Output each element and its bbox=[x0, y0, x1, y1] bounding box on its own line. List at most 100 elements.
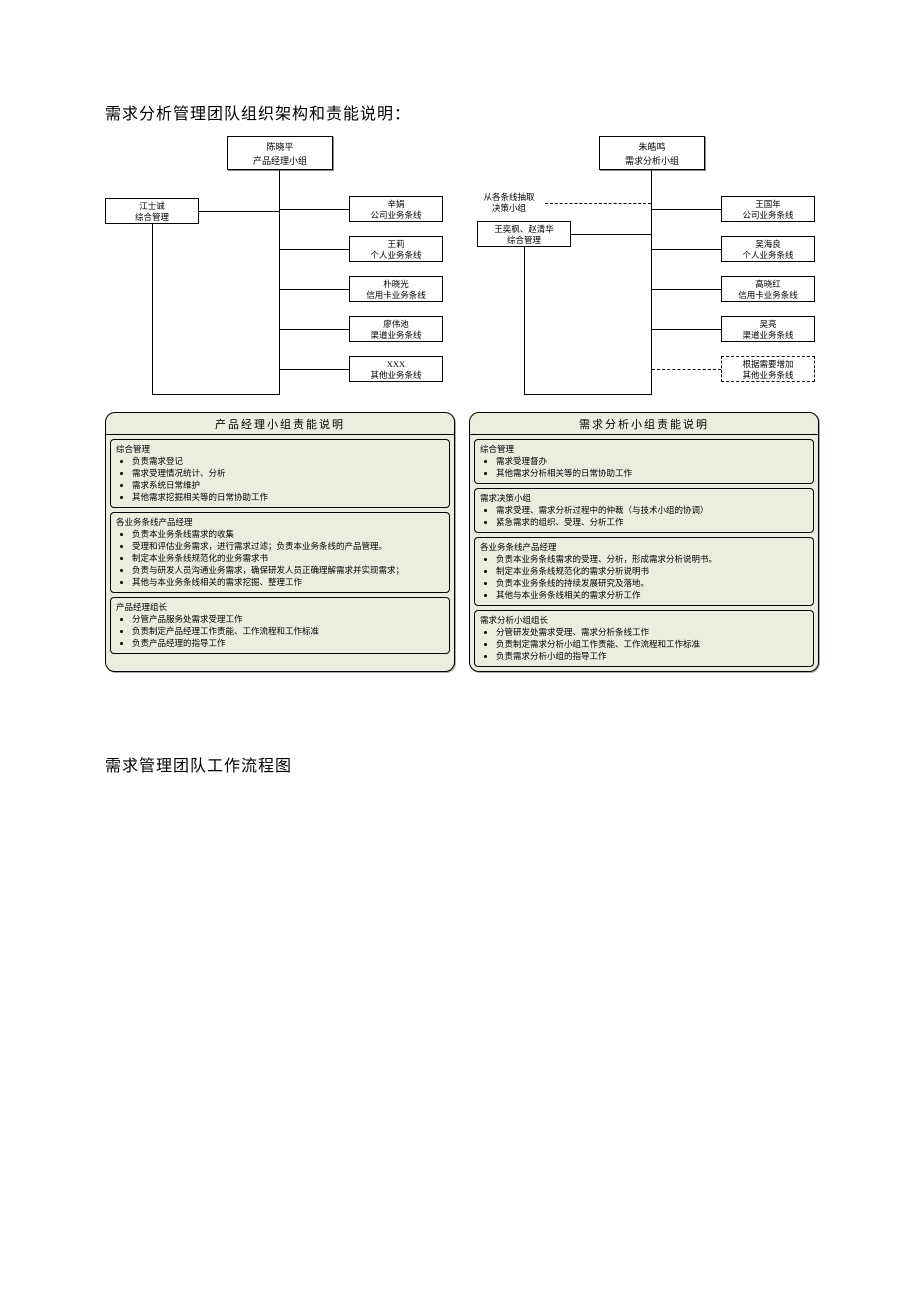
bottom-vline-r bbox=[524, 247, 525, 394]
bottom-line-r bbox=[524, 394, 652, 395]
resp-left-section-item: 其他与本业务条线相关的需求挖掘、整理工作 bbox=[132, 576, 444, 588]
left-r-box-4: XXX 其他业务条线 bbox=[349, 356, 443, 382]
resp-right-section-item: 制定本业务条线规范化的需求分析说明书 bbox=[496, 565, 808, 577]
right-r-role-1: 个人业务条线 bbox=[742, 250, 793, 260]
resp-right-section-item: 紧急需求的组织、受理、分析工作 bbox=[496, 516, 808, 528]
resp-left-section-item: 受理和评估业务需求，进行需求过滤；负责本业务条线的产品管理。 bbox=[132, 540, 444, 552]
resp-right-section-item: 负责本业务条线需求的受理、分析，形成需求分析说明书。 bbox=[496, 553, 808, 565]
trunk-line-r bbox=[651, 170, 652, 395]
right-r-name-4: 根据需要增加 bbox=[742, 359, 793, 369]
rline-r2 bbox=[652, 289, 721, 290]
resp-right-section-item: 负责本业务条线的持续发展研究及落地。 bbox=[496, 577, 808, 589]
org-chart-right: 朱皓鸣 需求分析小组 从各条线抽取决策小组 王奕枫、赵清华 综合管理 王国年 公… bbox=[477, 136, 827, 406]
resp-right-section-head-2: 各业务条线产品经理 bbox=[480, 541, 808, 553]
left-r-role-0: 公司业务条线 bbox=[370, 210, 421, 220]
left-r-name-4: XXX bbox=[387, 359, 405, 369]
trunk-line bbox=[279, 170, 280, 395]
org-chart-left: 陈晓平 产品经理小组 江士诚 综合管理 辛娟 公司业务条线 王莉 个人业务条线 bbox=[105, 136, 455, 406]
main-title: 需求分析管理团队组织架构和责能说明： bbox=[105, 100, 815, 124]
resp-right-section-1: 需求决策小组需求受理、需求分析过程中的仲裁（与技术小组的协调）紧急需求的组织、受… bbox=[474, 488, 814, 533]
right-mgmt-box: 王奕枫、赵清华 综合管理 bbox=[477, 221, 571, 247]
resp-left-section-item: 负责与研发人员沟通业务需求，确保研发人员正确理解需求并实现需求； bbox=[132, 564, 444, 576]
resp-right-title: 需求分析小组责能说明 bbox=[470, 413, 818, 435]
resp-right-section-head-3: 需求分析小组组长 bbox=[480, 614, 808, 626]
right-left-line bbox=[571, 234, 651, 235]
left-mgmt-box: 江士诚 综合管理 bbox=[105, 198, 199, 224]
resp-left-section-list-2: 分管产品服务处需求受理工作负责制定产品经理工作责能、工作流程和工作标准负责产品经… bbox=[116, 613, 444, 649]
right-r-name-1: 吴海良 bbox=[755, 239, 781, 249]
rline-r3 bbox=[652, 329, 721, 330]
right-head-name: 朱皓鸣 bbox=[638, 142, 665, 152]
resp-left-section-2: 产品经理组长分管产品服务处需求受理工作负责制定产品经理工作责能、工作流程和工作标… bbox=[110, 597, 450, 654]
right-r-box-1: 吴海良 个人业务条线 bbox=[721, 236, 815, 262]
left-mgmt-name: 江士诚 bbox=[139, 201, 165, 211]
line-r2 bbox=[280, 289, 349, 290]
resp-right-section-list-1: 需求受理、需求分析过程中的仲裁（与技术小组的协调）紧急需求的组织、受理、分析工作 bbox=[480, 504, 808, 528]
resp-left-section-item: 制定本业务条线规范化的业务需求书 bbox=[132, 552, 444, 564]
resp-left-section-list-1: 负责本业务条线需求的收集受理和评估业务需求，进行需求过滤；负责本业务条线的产品管… bbox=[116, 528, 444, 588]
resp-left-section-item: 负责本业务条线需求的收集 bbox=[132, 528, 444, 540]
right-r-role-2: 信用卡业务条线 bbox=[738, 290, 798, 300]
second-title: 需求管理团队工作流程图 bbox=[105, 752, 815, 776]
resp-left-section-head-2: 产品经理组长 bbox=[116, 601, 444, 613]
right-r-role-0: 公司业务条线 bbox=[742, 210, 793, 220]
left-r-box-2: 朴晓光 信用卡业务条线 bbox=[349, 276, 443, 302]
resp-right-section-item: 其他与本业务条线相关的需求分析工作 bbox=[496, 589, 808, 601]
resp-left-section-item: 分管产品服务处需求受理工作 bbox=[132, 613, 444, 625]
left-r-role-1: 个人业务条线 bbox=[370, 250, 421, 260]
bottom-vline-l bbox=[152, 224, 153, 394]
right-head-role: 需求分析小组 bbox=[625, 156, 679, 166]
line-r3 bbox=[280, 329, 349, 330]
resp-right-section-item: 负责制定需求分析小组工作责能、工作流程和工作标准 bbox=[496, 638, 808, 650]
resp-left-section-1: 各业务条线产品经理负责本业务条线需求的收集受理和评估业务需求，进行需求过滤；负责… bbox=[110, 512, 450, 593]
resp-right-section-list-3: 分管研发处需求受理、需求分析条线工作负责制定需求分析小组工作责能、工作流程和工作… bbox=[480, 626, 808, 662]
resp-right-section-item: 其他需求分析相关等的日常协助工作 bbox=[496, 467, 808, 479]
resp-left-section-list-0: 负责需求登记需求受理情况统计、分析需求系统日常维护其他需求挖掘相关等的日常协助工… bbox=[116, 455, 444, 503]
resp-left: 产品经理小组责能说明 综合管理负责需求登记需求受理情况统计、分析需求系统日常维护… bbox=[105, 412, 455, 672]
resp-right-section-3: 需求分析小组组长分管研发处需求受理、需求分析条线工作负责制定需求分析小组工作责能… bbox=[474, 610, 814, 667]
left-hline bbox=[199, 211, 279, 212]
rline-r0 bbox=[652, 209, 721, 210]
resp-right-section-list-2: 负责本业务条线需求的受理、分析，形成需求分析说明书。制定本业务条线规范化的需求分… bbox=[480, 553, 808, 601]
resp-left-section-item: 需求受理情况统计、分析 bbox=[132, 467, 444, 479]
left-r-role-2: 信用卡业务条线 bbox=[366, 290, 426, 300]
resp-left-section-item: 需求系统日常维护 bbox=[132, 479, 444, 491]
right-left-note: 从各条线抽取决策小组 bbox=[473, 192, 545, 214]
left-r-name-3: 廖伟池 bbox=[383, 319, 409, 329]
left-r-box-0: 辛娟 公司业务条线 bbox=[349, 196, 443, 222]
right-r-box-2: 高晓红 信用卡业务条线 bbox=[721, 276, 815, 302]
left-r-box-1: 王莉 个人业务条线 bbox=[349, 236, 443, 262]
responsibilities-row: 产品经理小组责能说明 综合管理负责需求登记需求受理情况统计、分析需求系统日常维护… bbox=[105, 412, 815, 672]
left-head-box: 陈晓平 产品经理小组 bbox=[227, 136, 333, 170]
right-mgmt-name: 王奕枫、赵清华 bbox=[494, 224, 554, 234]
resp-right-section-item: 负责需求分析小组的指导工作 bbox=[496, 650, 808, 662]
line-r1 bbox=[280, 249, 349, 250]
right-head-box: 朱皓鸣 需求分析小组 bbox=[599, 136, 705, 170]
line-r0 bbox=[280, 209, 349, 210]
line-r4 bbox=[280, 369, 349, 370]
right-r-box-0: 王国年 公司业务条线 bbox=[721, 196, 815, 222]
resp-left-section-item: 负责需求登记 bbox=[132, 455, 444, 467]
left-head-role: 产品经理小组 bbox=[253, 156, 307, 166]
resp-right-section-item: 需求受理、需求分析过程中的仲裁（与技术小组的协调） bbox=[496, 504, 808, 516]
resp-left-section-head-0: 综合管理 bbox=[116, 443, 444, 455]
resp-left-section-item: 其他需求挖掘相关等的日常协助工作 bbox=[132, 491, 444, 503]
resp-left-section-item: 负责产品经理的指导工作 bbox=[132, 637, 444, 649]
left-r-box-3: 廖伟池 渠道业务条线 bbox=[349, 316, 443, 342]
left-mgmt-role: 综合管理 bbox=[135, 212, 169, 222]
dashed-hline bbox=[545, 203, 651, 204]
org-charts-row: 陈晓平 产品经理小组 江士诚 综合管理 辛娟 公司业务条线 王莉 个人业务条线 bbox=[105, 136, 815, 406]
right-r-box-4: 根据需要增加 其他业务条线 bbox=[721, 356, 815, 382]
bottom-line-l bbox=[152, 394, 280, 395]
resp-left-section-item: 负责制定产品经理工作责能、工作流程和工作标准 bbox=[132, 625, 444, 637]
resp-left-section-0: 综合管理负责需求登记需求受理情况统计、分析需求系统日常维护其他需求挖掘相关等的日… bbox=[110, 439, 450, 508]
resp-right-section-head-0: 综合管理 bbox=[480, 443, 808, 455]
left-r-name-2: 朴晓光 bbox=[383, 279, 409, 289]
resp-right-section-item: 分管研发处需求受理、需求分析条线工作 bbox=[496, 626, 808, 638]
rline-r4-dashed bbox=[652, 369, 721, 370]
resp-left-section-head-1: 各业务条线产品经理 bbox=[116, 516, 444, 528]
right-r-name-3: 吴亮 bbox=[759, 319, 776, 329]
rline-r1 bbox=[652, 249, 721, 250]
right-r-name-2: 高晓红 bbox=[755, 279, 781, 289]
left-r-role-4: 其他业务条线 bbox=[370, 370, 421, 380]
